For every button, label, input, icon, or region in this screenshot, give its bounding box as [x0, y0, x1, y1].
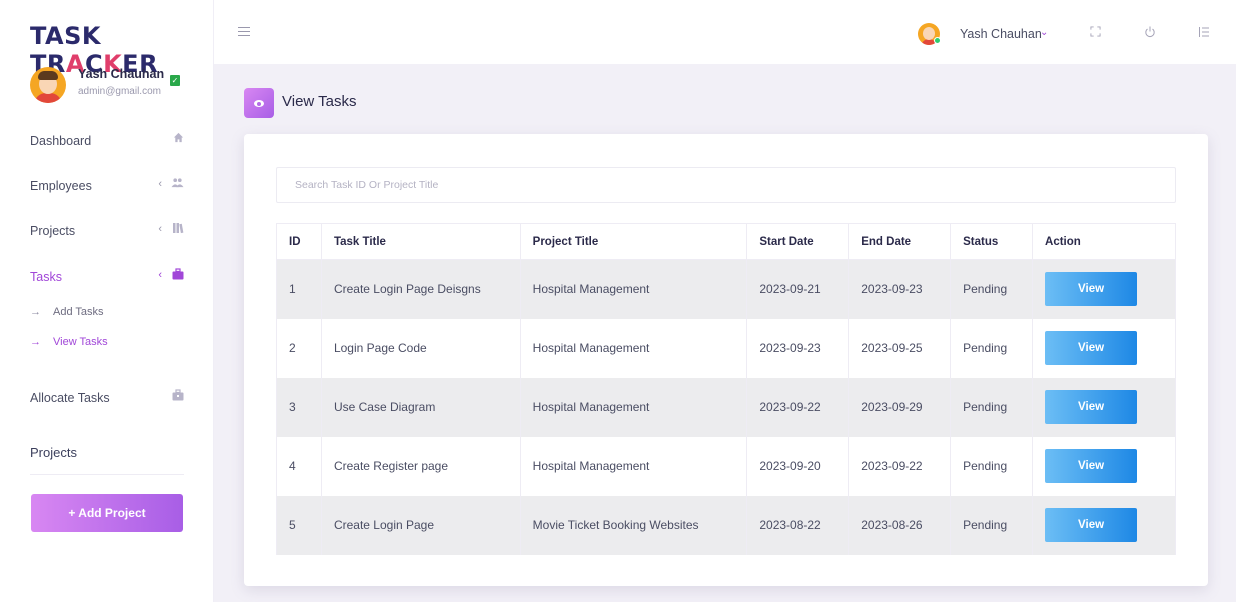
briefcase-outline-icon [172, 389, 184, 404]
sidebar-item-dashboard[interactable]: Dashboard [30, 132, 184, 152]
cell-end-date: 2023-09-23 [848, 259, 952, 319]
chevron-down-icon[interactable]: ⌄ [1040, 27, 1048, 38]
books-icon [172, 222, 184, 237]
sidebar-item-tasks[interactable]: Tasks ‹ [30, 268, 184, 288]
home-icon [173, 132, 184, 146]
cell-task-title: Login Page Code [321, 318, 521, 378]
arrow-right-icon: → [30, 306, 41, 318]
cell-action: View [1032, 318, 1176, 378]
cell-end-date: 2023-08-26 [848, 495, 952, 555]
chevron-left-icon: ‹ [158, 223, 162, 235]
divider [30, 474, 184, 475]
sidebar-item-allocate-tasks[interactable]: Allocate Tasks [30, 389, 184, 409]
cell-id: 2 [276, 318, 322, 378]
cell-action: View [1032, 436, 1176, 496]
cell-project-title: Movie Ticket Booking Websites [520, 495, 748, 555]
arrow-right-icon: → [30, 336, 41, 348]
cell-start-date: 2023-09-23 [746, 318, 850, 378]
fullscreen-icon[interactable] [1090, 26, 1101, 40]
cell-id: 5 [276, 495, 322, 555]
column-header-end-date[interactable]: End Date [848, 223, 952, 260]
main-content: View Tasks ID Task Title Project Title S… [214, 64, 1236, 602]
column-header-status[interactable]: Status [950, 223, 1034, 260]
list-settings-icon[interactable] [1198, 26, 1210, 41]
column-header-task-title[interactable]: Task Title [321, 223, 521, 260]
table-header-row: ID Task Title Project Title Start Date E… [276, 223, 1176, 260]
cell-task-title: Use Case Diagram [321, 377, 521, 437]
cell-id: 3 [276, 377, 322, 437]
cell-end-date: 2023-09-25 [848, 318, 952, 378]
users-icon [171, 177, 184, 191]
topbar: Yash Chauhan ⌄ [214, 0, 1236, 64]
cell-task-title: Create Register page [321, 436, 521, 496]
column-header-action: Action [1032, 223, 1176, 260]
view-button[interactable]: View [1045, 449, 1138, 483]
cell-action: View [1032, 495, 1176, 555]
profile-name: Yash Chauhan [78, 67, 165, 81]
sidebar-profile: Yash Chauhan admin@gmail.com ✓ [30, 64, 194, 110]
cell-status: Pending [950, 259, 1034, 319]
cell-status: Pending [950, 377, 1034, 437]
sidebar-subitem-add-tasks[interactable]: → Add Tasks [30, 306, 104, 322]
cell-task-title: Create Login Page [321, 495, 521, 555]
sidebar: TASK TRACKER Yash Chauhan admin@gmail.co… [0, 0, 214, 602]
eye-icon [244, 88, 274, 118]
search-input[interactable] [276, 167, 1176, 203]
cell-start-date: 2023-08-22 [746, 495, 850, 555]
sidebar-item-projects[interactable]: Projects ‹ [30, 222, 184, 242]
cell-status: Pending [950, 318, 1034, 378]
chevron-left-icon: ‹ [158, 178, 162, 190]
tasks-card: ID Task Title Project Title Start Date E… [244, 134, 1208, 586]
view-button[interactable]: View [1045, 331, 1138, 365]
avatar[interactable] [30, 67, 66, 103]
cell-id: 1 [276, 259, 322, 319]
table-row: 5 Create Login Page Movie Ticket Booking… [276, 495, 1176, 555]
cell-start-date: 2023-09-22 [746, 377, 850, 437]
table-row: 1 Create Login Page Deisgns Hospital Man… [276, 259, 1176, 319]
column-header-start-date[interactable]: Start Date [746, 223, 850, 260]
add-project-button[interactable]: + Add Project [31, 494, 183, 532]
sidebar-subitem-view-tasks[interactable]: → View Tasks [30, 336, 108, 352]
cell-id: 4 [276, 436, 322, 496]
sidebar-item-employees[interactable]: Employees ‹ [30, 177, 184, 197]
cell-end-date: 2023-09-29 [848, 377, 952, 437]
profile-email: admin@gmail.com [78, 86, 161, 97]
cell-project-title: Hospital Management [520, 259, 748, 319]
online-status-dot [934, 37, 941, 44]
menu-icon[interactable] [238, 27, 250, 39]
cell-start-date: 2023-09-20 [746, 436, 850, 496]
cell-project-title: Hospital Management [520, 436, 748, 496]
cell-start-date: 2023-09-21 [746, 259, 850, 319]
cell-task-title: Create Login Page Deisgns [321, 259, 521, 319]
page-title: View Tasks [282, 93, 357, 110]
sidebar-section-title: Projects [30, 445, 77, 460]
view-button[interactable]: View [1045, 508, 1138, 542]
verified-icon: ✓ [170, 75, 180, 86]
topbar-user-name[interactable]: Yash Chauhan [960, 27, 1042, 41]
cell-action: View [1032, 259, 1176, 319]
table-row: 2 Login Page Code Hospital Management 20… [276, 318, 1176, 378]
cell-action: View [1032, 377, 1176, 437]
power-icon[interactable] [1144, 26, 1156, 41]
cell-status: Pending [950, 495, 1034, 555]
table-row: 3 Use Case Diagram Hospital Management 2… [276, 377, 1176, 437]
briefcase-icon [172, 268, 184, 283]
tasks-table: ID Task Title Project Title Start Date E… [276, 223, 1176, 555]
cell-project-title: Hospital Management [520, 318, 748, 378]
chevron-left-icon: ‹ [158, 269, 162, 281]
column-header-project-title[interactable]: Project Title [520, 223, 748, 260]
column-header-id[interactable]: ID [276, 223, 322, 260]
view-button[interactable]: View [1045, 272, 1138, 307]
cell-status: Pending [950, 436, 1034, 496]
cell-end-date: 2023-09-22 [848, 436, 952, 496]
cell-project-title: Hospital Management [520, 377, 748, 437]
table-row: 4 Create Register page Hospital Manageme… [276, 436, 1176, 496]
view-button[interactable]: View [1045, 390, 1138, 424]
